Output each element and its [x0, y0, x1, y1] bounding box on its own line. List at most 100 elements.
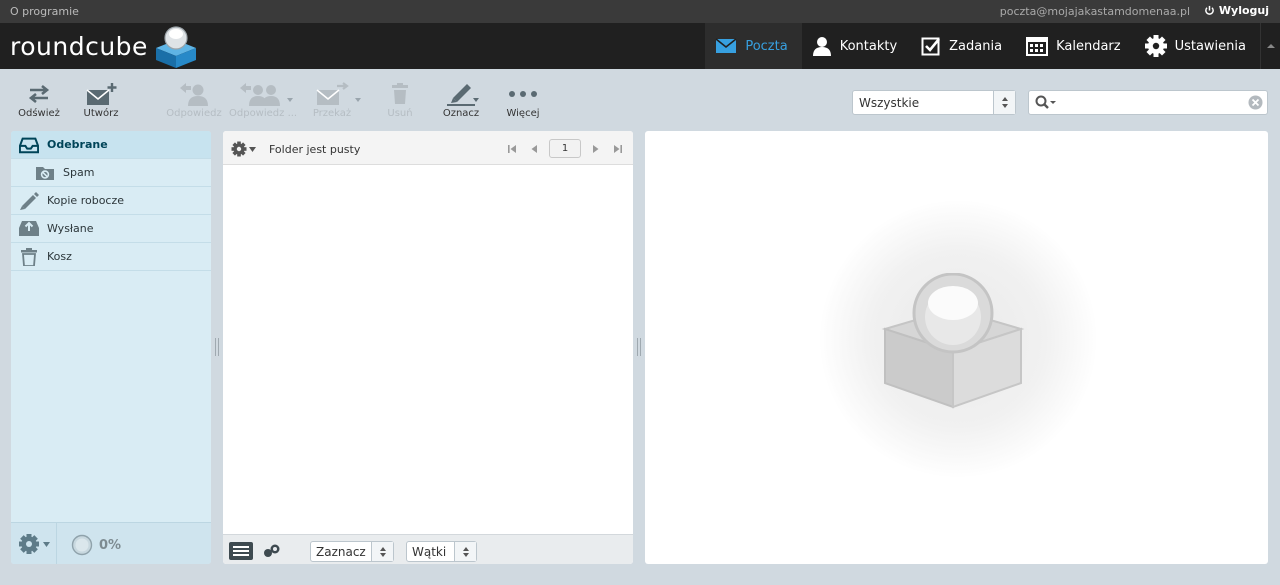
chevron-down-icon [42, 541, 50, 547]
quota-icon [71, 534, 93, 556]
search-clear-icon[interactable] [1248, 95, 1263, 113]
nav-tasks[interactable]: Zadania [911, 23, 1016, 69]
spam-icon [36, 167, 54, 180]
quota-display: 0% [71, 534, 121, 556]
folder-trash-label: Kosz [47, 250, 72, 263]
more-button[interactable]: Więcej [503, 80, 543, 124]
logo-text: roundcube [10, 31, 148, 61]
last-page-icon[interactable] [611, 140, 625, 158]
logout-label: Wyloguj [1218, 4, 1269, 17]
nav-contacts-label: Kontakty [839, 38, 898, 54]
logout-button[interactable]: Wyloguj [1204, 4, 1269, 17]
drafts-icon [20, 191, 39, 210]
message-list-splitter[interactable] [637, 338, 641, 356]
next-page-icon[interactable] [589, 140, 603, 158]
pager: 1 [505, 139, 625, 158]
nav-settings-label: Ustawienia [1174, 38, 1246, 54]
top-bar: O programie poczta@mojajakastamdomenaa.p… [0, 0, 1280, 23]
trash-icon [21, 247, 37, 266]
folder-list: Odebrane Spam Kopie robocze Wysłane Kosz… [11, 131, 211, 564]
folder-inbox[interactable]: Odebrane [11, 131, 211, 159]
more-label: Więcej [506, 108, 540, 119]
mark-button[interactable]: Oznacz [440, 80, 482, 124]
compose-button[interactable]: Utwórz [82, 80, 120, 124]
sent-icon [19, 221, 39, 236]
folder-settings-button[interactable] [11, 523, 57, 564]
list-view-icon [229, 542, 253, 560]
list-status: Folder jest pusty [269, 143, 361, 156]
search-input[interactable] [1059, 93, 1239, 112]
list-view-button[interactable] [229, 542, 253, 563]
contact-icon [812, 37, 831, 56]
reply-icon [180, 83, 208, 106]
folder-drafts-label: Kopie robocze [47, 194, 125, 207]
refresh-label: Odśwież [18, 108, 60, 119]
calendar-icon [1026, 37, 1049, 56]
nav-calendar-label: Kalendarz [1056, 38, 1121, 54]
folder-sent-label: Wysłane [47, 222, 94, 235]
mark-dropdown-icon[interactable] [473, 98, 479, 102]
forward-dropdown-icon[interactable] [355, 98, 361, 102]
folder-trash[interactable]: Kosz [11, 243, 211, 271]
gear-icon [231, 141, 247, 157]
gear-icon [18, 534, 39, 554]
reply-label: Odpowiedz [166, 108, 222, 119]
roundcube-logo-icon [155, 26, 196, 68]
message-list-footer: Zaznacz Wątki [223, 534, 633, 564]
forward-icon [316, 82, 349, 105]
filter-value: Wszystkie [859, 96, 920, 110]
reply-all-icon [240, 83, 280, 106]
previous-page-icon[interactable] [527, 140, 541, 158]
search-box [1028, 90, 1268, 115]
delete-label: Usuń [387, 108, 413, 119]
list-options-button[interactable] [231, 141, 256, 157]
forward-label: Przekaż [312, 108, 352, 119]
nav-tasks-label: Zadania [949, 38, 1003, 54]
nav-more-button[interactable] [1260, 23, 1280, 69]
folder-spam[interactable]: Spam [11, 159, 211, 187]
filter-spin [993, 91, 1015, 114]
forward-button[interactable]: Przekaż [312, 80, 352, 124]
header: roundcube Poczta Kontakty Zadania Kalend… [0, 23, 1280, 69]
tasks-icon [921, 37, 941, 56]
gear-icon [1144, 35, 1167, 57]
power-icon [1205, 5, 1214, 15]
page-number[interactable]: 1 [549, 139, 581, 158]
mark-label: Oznacz [442, 108, 480, 119]
threads-dropdown[interactable]: Wątki [406, 541, 477, 562]
reply-all-button[interactable]: Odpowiedz ... [229, 80, 298, 124]
mail-icon [715, 38, 737, 53]
about-link[interactable]: O programie [10, 5, 79, 18]
nav-contacts[interactable]: Kontakty [802, 23, 911, 69]
trash-icon [392, 83, 408, 104]
nav-mail-label: Poczta [745, 38, 788, 54]
nav-calendar[interactable]: Kalendarz [1016, 23, 1135, 69]
folder-list-splitter[interactable] [215, 338, 219, 356]
chevron-up-icon [1266, 44, 1275, 48]
threads-view-button[interactable] [263, 544, 281, 561]
threads-icon [264, 544, 280, 557]
more-dots-icon [509, 91, 537, 97]
first-page-icon[interactable] [505, 140, 519, 158]
folder-sent[interactable]: Wysłane [11, 215, 211, 243]
refresh-button[interactable]: Odśwież [18, 80, 60, 124]
nav-mail[interactable]: Poczta [705, 23, 802, 69]
chevron-down-icon [249, 146, 256, 152]
folder-drafts[interactable]: Kopie robocze [11, 187, 211, 215]
select-dropdown[interactable]: Zaznacz [310, 541, 394, 562]
preview-pane [645, 131, 1268, 564]
refresh-icon [28, 84, 50, 104]
search-icon[interactable] [1035, 95, 1057, 113]
roundcube-watermark-icon [881, 273, 1025, 409]
folder-inbox-label: Odebrane [47, 138, 108, 151]
select-label: Zaznacz [316, 545, 366, 559]
inbox-icon [19, 137, 39, 153]
reply-all-label: Odpowiedz ... [229, 108, 298, 119]
nav-settings[interactable]: Ustawienia [1135, 23, 1260, 69]
reply-button[interactable]: Odpowiedz [165, 80, 223, 124]
filter-select[interactable]: Wszystkie [852, 90, 1016, 115]
reply-all-dropdown-icon[interactable] [287, 98, 293, 102]
logo[interactable]: roundcube [10, 25, 200, 68]
delete-button[interactable]: Usuń [382, 80, 418, 124]
message-list-header: Folder jest pusty 1 [223, 131, 633, 165]
